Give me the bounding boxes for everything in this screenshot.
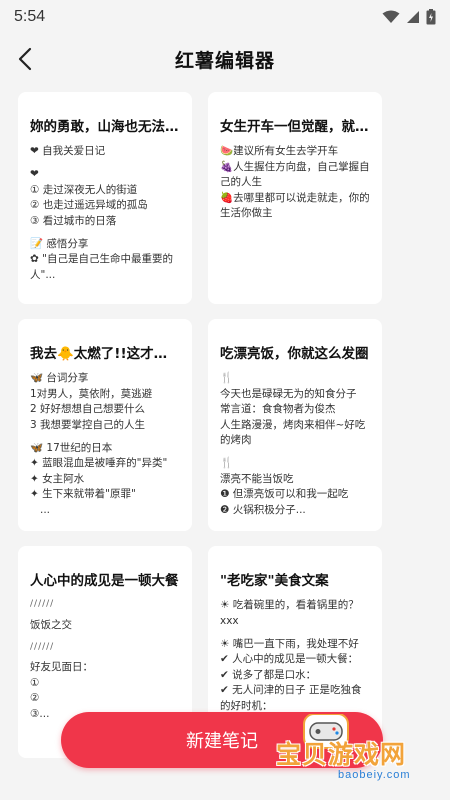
card-line: ...: [40, 503, 51, 516]
template-card[interactable]: 我去🐥太燃了!!这才是... 🦋 台词分享 1对男人，莫依附，莫逃避 2 好好想…: [18, 319, 192, 531]
card-line: ✦ 蓝眼混血是被唾弃的"异类": [30, 457, 168, 469]
card-line: ✿ "自己是自己生命中最重要的: [30, 253, 173, 265]
card-title: 女生开车一但觉醒，就...: [220, 119, 370, 135]
card-line: ❷ 火锅积极分子...: [220, 503, 306, 516]
status-bar: 5:54: [0, 0, 450, 34]
card-title: 吃漂亮饭，你就这么发圈: [220, 346, 369, 362]
signal-icon: [406, 10, 420, 24]
card-title: 妳的勇敢，山海也无法...: [30, 119, 180, 135]
status-icons: [382, 9, 436, 25]
card-body: ❤ 自我关爱日记 ❤ ① 走过深夜无人的街道 ② 也走过遥远异域的孤岛 ③ 看过…: [30, 144, 180, 283]
card-divider: //////: [30, 641, 55, 652]
card-line: 己的人生: [220, 176, 262, 188]
card-line: ②: [30, 692, 40, 704]
card-line: 🍇人生握住方向盘，自己掌握自: [220, 160, 370, 173]
card-line: ✔ 人心中的成见是一顿大餐：: [220, 653, 359, 665]
card-line: 🍴: [220, 457, 234, 469]
card-body: 🦋 台词分享 1对男人，莫依附，莫逃避 2 好好想想自己想要什么 3 我想要掌控…: [30, 371, 180, 518]
card-line: 🦋 台词分享: [30, 372, 89, 384]
watermark-text: 宝贝游戏网: [276, 740, 407, 769]
card-line: ① 走过深夜无人的街道: [30, 183, 138, 196]
card-line: 饭饭之交: [30, 618, 72, 631]
watermark-url: baobeiy.com: [338, 769, 411, 781]
card-line: ❤: [30, 168, 39, 180]
card-line: 人生路漫漫，烤肉来相伴~好吃: [220, 418, 366, 431]
card-line: ❤ 自我关爱日记: [30, 145, 106, 157]
card-line: 🍉建议所有女生去学开车: [220, 145, 339, 157]
card-title: 我去🐥太燃了!!这才是...: [30, 346, 180, 362]
card-line: ☀ 嘴巴一直下雨，我处理不好: [220, 637, 359, 650]
template-card[interactable]: 妳的勇敢，山海也无法... ❤ 自我关爱日记 ❤ ① 走过深夜无人的街道 ② 也…: [18, 92, 192, 304]
card-line: 今天也是碌碌无为的知食分子: [220, 387, 357, 400]
card-title: "老吃家"美食文案: [220, 573, 329, 589]
template-card[interactable]: 吃漂亮饭，你就这么发圈 🍴 今天也是碌碌无为的知食分子 常言道：食食物者为俊杰 …: [208, 319, 382, 531]
card-line: ❶ 但漂亮饭可以和我一起吃: [220, 488, 349, 500]
card-line: 1对男人，莫依附，莫逃避: [30, 387, 153, 400]
card-line: 📝 感悟分享: [30, 237, 89, 250]
card-body: ☀ 吃着碗里的，看着锅里的？ xxx ☀ 嘴巴一直下雨，我处理不好 ✔ 人心中的…: [220, 598, 370, 714]
card-line: ✔ 说多了都是口水：: [220, 668, 317, 681]
card-title: 人心中的成见是一顿大餐: [30, 573, 179, 589]
battery-icon: [426, 9, 436, 25]
template-card[interactable]: 女生开车一但觉醒，就... 🍉建议所有女生去学开车 🍇人生握住方向盘，自己掌握自…: [208, 92, 382, 304]
card-line: 3 我想要掌控自己的人生: [30, 418, 146, 431]
card-line: 常言道：食食物者为俊杰: [220, 403, 336, 415]
card-line: xxx: [220, 614, 239, 627]
card-line: 人"...: [30, 268, 56, 281]
wifi-icon: [382, 10, 400, 24]
card-body: 🍉建议所有女生去学开车 🍇人生握住方向盘，自己掌握自 己的人生 🍓去哪里都可以说…: [220, 144, 370, 222]
card-line: ② 也走过遥远异域的孤岛: [30, 199, 148, 211]
back-button[interactable]: [10, 43, 42, 75]
chevron-left-icon: [18, 47, 32, 71]
card-body: 🍴 今天也是碌碌无为的知食分子 常言道：食食物者为俊杰 人生路漫漫，烤肉来相伴~…: [220, 371, 370, 518]
card-line: 的烤肉: [220, 434, 252, 446]
status-time: 5:54: [14, 8, 46, 25]
card-line: 🍴: [220, 372, 234, 384]
card-line: 好友见面日：: [30, 661, 93, 673]
card-line: 🦋 17世纪的日本: [30, 441, 113, 454]
card-divider: //////: [30, 599, 55, 609]
card-line: ①: [30, 676, 40, 689]
card-line: ✦ 女主阿水: [30, 472, 85, 485]
card-line: 🍓去哪里都可以说走就走，你的: [220, 191, 370, 204]
card-body: ////// 饭饭之交 ////// 好友见面日： ① ② ③...: [30, 598, 180, 722]
card-line: 生活你做主: [220, 207, 273, 219]
card-line: 2 好好想想自己想要什么: [30, 403, 146, 415]
nav-bar: 红薯编辑器: [0, 34, 450, 84]
card-line: ☀ 吃着碗里的，看着锅里的？: [220, 599, 359, 611]
card-line: 漂亮不能当饭吃: [220, 472, 294, 485]
page-title: 红薯编辑器: [174, 49, 275, 72]
card-line: ③ 看过城市的日落: [30, 214, 117, 227]
card-line: ✦ 生下来就带着"原罪": [30, 488, 136, 500]
card-line: ✔ 无人问津的日子 正是吃独食: [220, 684, 362, 696]
